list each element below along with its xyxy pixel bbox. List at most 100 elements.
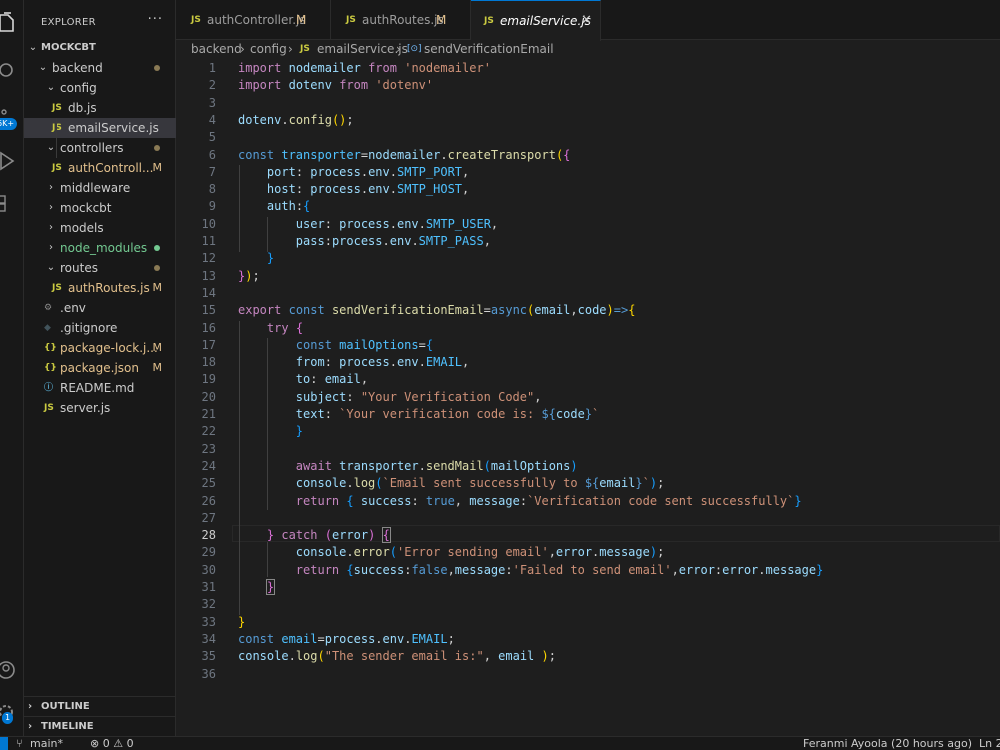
code-line[interactable]: console.log(`Email sent successfully to … <box>238 475 665 492</box>
code-token: error <box>331 528 369 543</box>
code-line[interactable]: import nodemailer from 'nodemailer' <box>238 60 491 77</box>
tree-item[interactable]: JSemailService.js <box>24 118 176 138</box>
code-line[interactable]: console.log("The sender email is:", emai… <box>238 648 556 665</box>
settings-gear-icon[interactable]: 1 <box>0 698 24 726</box>
tree-item[interactable]: › models <box>24 218 176 238</box>
tree-item[interactable]: › mockcbt <box>24 198 176 218</box>
code-token: , <box>483 234 491 248</box>
code-token: from <box>339 78 369 93</box>
breadcrumb-item[interactable]: backend <box>191 40 242 58</box>
code-token: log <box>295 649 318 664</box>
code-line[interactable]: }); <box>238 268 260 285</box>
tree-item[interactable]: ◆ .gitignore <box>24 318 176 338</box>
code-line[interactable]: export const sendVerificationEmail=async… <box>238 302 635 319</box>
tree-item[interactable]: ⌄ controllers <box>24 138 176 158</box>
breadcrumb-item[interactable]: emailService.js <box>317 40 408 58</box>
code-token: ( <box>483 458 491 473</box>
tab-auth-controller[interactable]: JS authController.js M <box>176 0 331 40</box>
tree-item[interactable]: JS server.js <box>24 398 176 418</box>
tree-item[interactable]: › node_modules <box>24 238 176 258</box>
code-line[interactable]: await transporter.sendMail(mailOptions) <box>238 458 578 475</box>
code-line[interactable]: } <box>238 423 303 440</box>
code-token: . <box>389 164 397 179</box>
code-token: async <box>490 303 528 318</box>
code-line[interactable]: host: process.env.SMTP_HOST, <box>238 181 469 198</box>
code-line[interactable]: to: email, <box>238 371 368 388</box>
code-token: } <box>295 424 304 439</box>
code-line[interactable]: } <box>238 579 276 596</box>
tree-item[interactable]: JS db.js <box>24 98 176 118</box>
tree-item[interactable]: JS authControll... M <box>24 158 176 178</box>
code-line[interactable]: } catch (error) { <box>238 527 391 544</box>
code-line[interactable]: const email=process.env.EMAIL; <box>238 631 455 648</box>
tree-item[interactable]: {} package.json M <box>24 358 176 378</box>
code-token: try <box>266 320 289 335</box>
code-token: ` <box>642 476 650 491</box>
code-line[interactable]: auth:{ <box>238 198 310 215</box>
line-number: 30 <box>201 562 216 577</box>
tree-item[interactable]: {} package-lock.j... M <box>24 338 176 358</box>
code-token: config <box>288 112 332 127</box>
code-token: . <box>346 545 354 560</box>
code-line[interactable]: } <box>238 250 274 267</box>
code-line[interactable]: const mailOptions={ <box>238 337 433 354</box>
more-actions-icon[interactable]: ··· <box>148 12 163 27</box>
code-line[interactable]: const transporter=nodemailer.createTrans… <box>238 147 570 164</box>
code-line[interactable]: } <box>238 614 245 631</box>
code-token: message <box>469 493 520 508</box>
code-token: } <box>816 562 824 577</box>
code-line[interactable]: text: `Your verification code is: ${code… <box>238 406 599 423</box>
tab-email-service[interactable]: JS emailService.js ✕ <box>471 0 601 41</box>
chevron-right-icon: › <box>28 701 33 712</box>
run-debug-icon[interactable] <box>0 146 24 174</box>
accounts-icon[interactable] <box>0 656 24 684</box>
code-token: : <box>324 407 340 421</box>
tree-item[interactable]: JS authRoutes.js M <box>24 278 176 298</box>
source-control-icon[interactable]: 6K+ <box>0 102 24 130</box>
code-line[interactable]: subject: "Your Verification Code", <box>238 389 542 406</box>
git-blame-info[interactable]: Feranmi Ayoola (20 hours ago) <box>803 737 972 750</box>
code-line[interactable]: console.error('Error sending email',erro… <box>238 544 665 561</box>
code-line[interactable]: user: process.env.SMTP_USER, <box>238 216 498 233</box>
tree-item[interactable]: ⌄ routes <box>24 258 176 278</box>
tree-item[interactable]: ⓘ README.md <box>24 378 176 398</box>
code-line[interactable]: return { success: true, message:`Verific… <box>238 493 802 510</box>
code-line[interactable]: try { <box>238 320 303 337</box>
code-token: error <box>353 545 390 560</box>
tree-item-label: db.js <box>68 101 97 115</box>
extensions-icon[interactable] <box>0 188 24 216</box>
cursor-position[interactable]: Ln 2 <box>979 737 1000 750</box>
tree-item[interactable]: ⌄ backend <box>24 58 176 78</box>
js-file-icon: JS <box>191 15 201 25</box>
branch-name[interactable]: main* <box>30 737 63 750</box>
tree-item[interactable]: ⚙ .env <box>24 298 176 318</box>
code-line[interactable]: port: process.env.SMTP_PORT, <box>238 164 469 181</box>
tree-item-label: node_modules <box>60 241 148 255</box>
explorer-icon[interactable] <box>0 8 24 36</box>
line-number: 13 <box>201 268 216 283</box>
code-line[interactable]: dotenv.config(); <box>238 112 354 129</box>
code-line[interactable]: pass:process.env.SMTP_PASS, <box>238 233 491 250</box>
breadcrumb-item[interactable]: config <box>250 40 287 58</box>
code-line[interactable]: from: process.env.EMAIL, <box>238 354 469 371</box>
code-token: . <box>440 147 448 162</box>
timeline-section[interactable]: › TIMELINE <box>24 716 176 736</box>
code-editor[interactable]: 1 2 3 4 5 6 7 8 9 10 11 12 13 14 15 16 17 18 19 20 21 22 23 24 2… <box>176 58 1000 736</box>
workspace-root[interactable]: ⌄ MOCKCBT <box>24 38 176 58</box>
code-token: ) <box>541 649 549 664</box>
outline-section[interactable]: › OUTLINE <box>24 696 176 716</box>
tree-item[interactable]: › middleware <box>24 178 176 198</box>
code-token: user <box>295 216 325 231</box>
tree-item[interactable]: ⌄ config <box>24 78 176 98</box>
code-token: : <box>324 234 332 248</box>
code-token: process <box>339 355 390 370</box>
search-icon[interactable] <box>0 56 24 84</box>
code-line[interactable]: import dotenv from 'dotenv' <box>238 77 433 94</box>
tab-auth-routes[interactable]: JS authRoutes.js M <box>331 0 471 40</box>
problems-counter[interactable]: ⊗ 0 ⚠ 0 <box>90 737 134 750</box>
breadcrumb-item[interactable]: sendVerificationEmail <box>424 40 554 58</box>
close-tab-icon[interactable]: ✕ <box>581 1 592 41</box>
code-line[interactable]: return {success:false,message:'Failed to… <box>238 562 824 579</box>
remote-indicator[interactable] <box>0 737 8 750</box>
